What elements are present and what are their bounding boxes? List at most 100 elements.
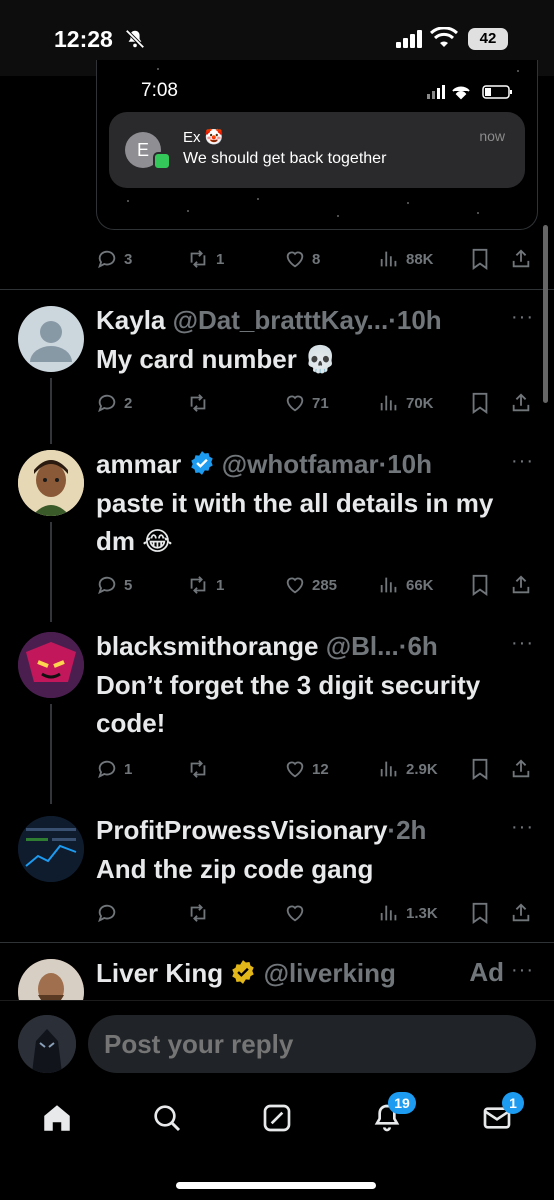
status-time: 12:28 bbox=[54, 26, 113, 52]
more-options-button[interactable]: ··· bbox=[511, 450, 534, 473]
display-name[interactable]: ProfitProwessVisionary bbox=[96, 815, 387, 845]
repost-button[interactable] bbox=[186, 756, 216, 782]
repost-count: 1 bbox=[216, 250, 225, 268]
like-count: 71 bbox=[312, 394, 329, 412]
bookmark-icon bbox=[472, 758, 488, 780]
home-icon bbox=[44, 1105, 70, 1131]
avatar[interactable] bbox=[18, 450, 84, 516]
avatar[interactable] bbox=[18, 816, 84, 882]
handle[interactable]: @liverking bbox=[264, 958, 396, 988]
share-icon bbox=[512, 759, 530, 778]
bookmark-button[interactable] bbox=[470, 246, 490, 272]
scrollbar[interactable] bbox=[543, 225, 548, 403]
bookmark-icon bbox=[472, 574, 488, 596]
reply-icon bbox=[98, 250, 116, 269]
reply-count: 5 bbox=[124, 576, 133, 594]
views-button[interactable]: 88K bbox=[378, 246, 434, 272]
more-options-button[interactable]: ··· bbox=[511, 306, 534, 329]
share-button[interactable] bbox=[510, 756, 532, 782]
like-button[interactable]: 71 bbox=[284, 390, 329, 416]
trading-chart-avatar-icon bbox=[18, 816, 84, 882]
display-name[interactable]: Kayla bbox=[96, 305, 165, 335]
nav-notifications[interactable]: 19 bbox=[362, 1092, 416, 1138]
promoted-tweet[interactable]: Liver King @liverking Ad ··· bbox=[0, 943, 554, 1000]
bookmark-button[interactable] bbox=[470, 900, 490, 926]
share-button[interactable] bbox=[510, 572, 532, 598]
reply-composer bbox=[0, 1000, 554, 1080]
bookmark-button[interactable] bbox=[470, 756, 490, 782]
reply-button[interactable]: 5 bbox=[96, 572, 132, 598]
views-count: 66K bbox=[406, 576, 434, 594]
tweet-action-bar: 1 12 2.9K bbox=[96, 756, 536, 782]
repost-button[interactable]: 1 bbox=[186, 572, 224, 598]
heart-icon bbox=[286, 905, 304, 922]
repost-button[interactable] bbox=[186, 390, 216, 416]
user-avatar[interactable] bbox=[18, 1015, 76, 1073]
tweet-header: Liver King @liverking bbox=[96, 957, 396, 989]
share-icon bbox=[512, 249, 530, 268]
reply-button[interactable]: 1 bbox=[96, 756, 132, 782]
bookmark-button[interactable] bbox=[470, 572, 490, 598]
more-options-button[interactable]: ··· bbox=[511, 632, 534, 655]
share-button[interactable] bbox=[510, 246, 532, 272]
handle[interactable]: @whotfamar bbox=[222, 449, 379, 479]
share-button[interactable] bbox=[510, 900, 532, 926]
views-icon bbox=[380, 395, 397, 411]
handle[interactable]: @Dat_bratttKay... bbox=[173, 305, 389, 335]
notification-sender: Ex 🤡 bbox=[183, 129, 224, 146]
thread-line bbox=[50, 522, 52, 622]
repost-button[interactable]: 1 bbox=[186, 246, 224, 272]
views-button[interactable]: 70K bbox=[378, 390, 434, 416]
messages-badge: 1 bbox=[502, 1092, 524, 1114]
share-button[interactable] bbox=[510, 390, 532, 416]
like-button[interactable]: 8 bbox=[284, 246, 320, 272]
reply-count: 2 bbox=[124, 394, 133, 412]
more-options-button[interactable]: ··· bbox=[511, 816, 534, 839]
like-button[interactable] bbox=[284, 900, 306, 926]
tweet-media-image[interactable]: 7:08 E Ex 🤡 We should get back together … bbox=[96, 60, 538, 230]
tweet-text: paste it with the all details in my dm 😂 bbox=[96, 488, 494, 556]
timestamp: ·6h bbox=[398, 631, 438, 661]
views-button[interactable]: 66K bbox=[378, 572, 434, 598]
divider bbox=[0, 289, 554, 290]
cellular-signal-icon bbox=[396, 30, 422, 48]
views-icon bbox=[380, 577, 397, 593]
repost-count: 1 bbox=[216, 576, 225, 594]
repost-icon bbox=[190, 576, 206, 594]
display-name[interactable]: blacksmithorange bbox=[96, 631, 319, 661]
reply-count: 1 bbox=[124, 760, 133, 778]
user-avatar-icon bbox=[18, 1015, 76, 1073]
reply-button[interactable]: 2 bbox=[96, 390, 132, 416]
notification-message: We should get back together bbox=[183, 150, 387, 167]
cartoon-avatar-icon bbox=[18, 450, 84, 516]
search-icon bbox=[154, 1105, 181, 1132]
bookmark-button[interactable] bbox=[470, 390, 490, 416]
display-name[interactable]: Liver King bbox=[96, 958, 223, 988]
more-options-button[interactable]: ··· bbox=[511, 959, 534, 982]
nav-grok[interactable] bbox=[252, 1098, 302, 1138]
tweet-header: ammar @whotfamar·10h bbox=[96, 448, 432, 480]
nav-search[interactable] bbox=[142, 1098, 192, 1138]
handle[interactable]: @Bl... bbox=[326, 631, 399, 661]
repost-icon bbox=[190, 904, 206, 922]
nav-home[interactable] bbox=[32, 1098, 82, 1138]
avatar[interactable] bbox=[18, 959, 84, 1000]
home-indicator bbox=[176, 1182, 376, 1189]
reply-button[interactable]: 3 bbox=[96, 246, 132, 272]
battery-indicator: 42 bbox=[468, 28, 508, 50]
display-name[interactable]: ammar bbox=[96, 449, 181, 479]
views-button[interactable]: 1.3K bbox=[378, 900, 438, 926]
reply-button[interactable] bbox=[96, 900, 118, 926]
like-button[interactable]: 285 bbox=[284, 572, 337, 598]
avatar[interactable] bbox=[18, 632, 84, 698]
bookmark-icon bbox=[472, 392, 488, 414]
views-button[interactable]: 2.9K bbox=[378, 756, 438, 782]
heart-icon bbox=[286, 251, 304, 268]
like-button[interactable]: 12 bbox=[284, 756, 329, 782]
like-count: 12 bbox=[312, 760, 329, 778]
repost-button[interactable] bbox=[186, 900, 210, 926]
reply-icon bbox=[98, 394, 116, 413]
nav-messages[interactable]: 1 bbox=[472, 1092, 524, 1138]
avatar[interactable] bbox=[18, 306, 84, 372]
reply-input[interactable] bbox=[88, 1015, 536, 1073]
